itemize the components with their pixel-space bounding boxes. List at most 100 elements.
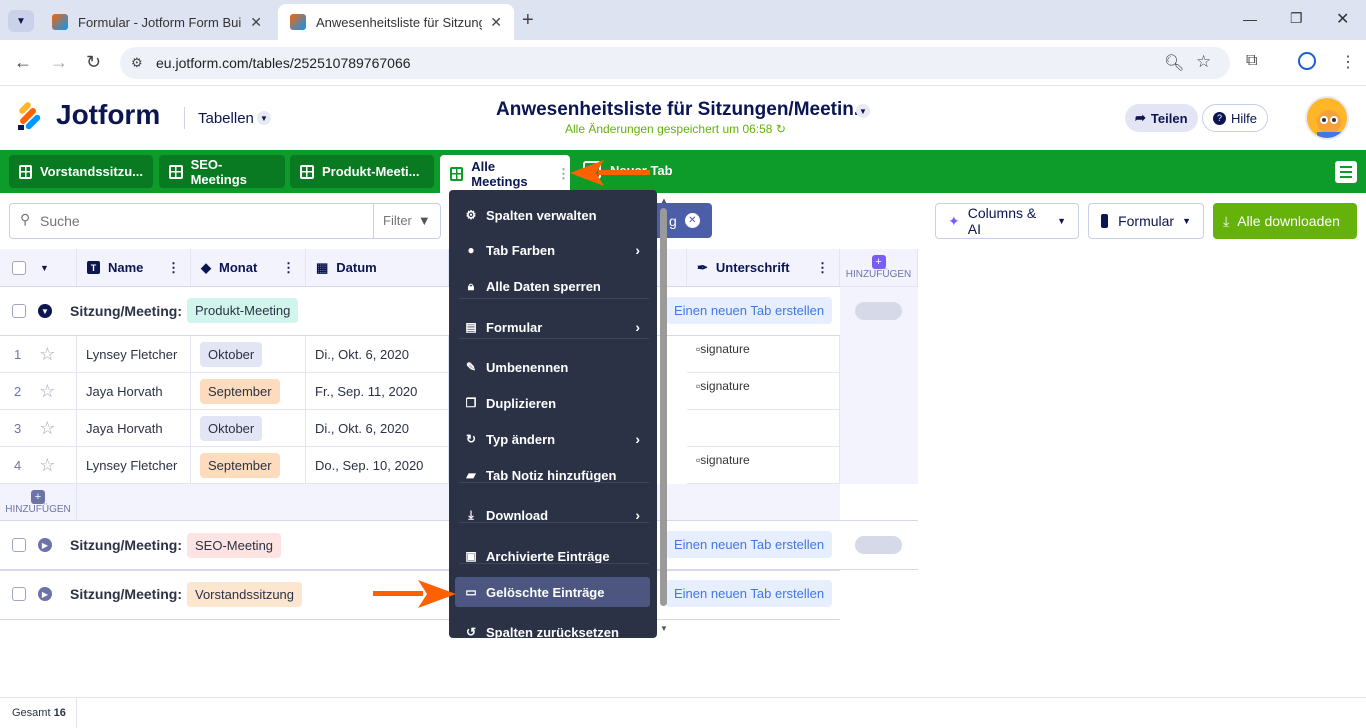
close-window-icon[interactable]: ✕: [1336, 9, 1349, 29]
month-cell[interactable]: September: [191, 373, 306, 410]
column-menu-icon[interactable]: ⋮: [282, 260, 295, 276]
date-cell[interactable]: Di., Okt. 6, 2020: [306, 336, 449, 373]
menu-item-note[interactable]: ▰ Tab Notiz hinzufügen: [455, 460, 650, 490]
star-icon[interactable]: ☆: [39, 418, 55, 439]
signature-cell[interactable]: [687, 410, 840, 447]
sheet-tab-alle-meetings[interactable]: Alle Meetings ⋮: [440, 155, 570, 193]
name-cell[interactable]: Jaya Horvath: [77, 373, 191, 410]
table-row[interactable]: 1 ☆: [0, 336, 77, 373]
name-cell[interactable]: Jaya Horvath: [77, 410, 191, 447]
add-column-button[interactable]: + HINZUFÜGEN: [840, 249, 918, 287]
zoom-icon[interactable]: 🔍︎: [1164, 53, 1184, 73]
columns-ai-button[interactable]: ✦ Columns & AI ▼: [935, 203, 1079, 239]
name-cell[interactable]: Lynsey Fletcher: [77, 447, 191, 484]
bookmark-star-icon[interactable]: ☆: [1196, 52, 1211, 72]
star-icon[interactable]: ☆: [39, 381, 55, 402]
table-row[interactable]: 2 ☆: [0, 373, 77, 410]
menu-item-download[interactable]: ⤓ Download ›: [455, 500, 650, 530]
sheet-tab-seo[interactable]: SEO-Meetings: [159, 155, 285, 188]
extensions-icon[interactable]: ⧉: [1246, 52, 1257, 70]
browser-tab-formular[interactable]: Formular - Jotform Form Builde ✕: [40, 4, 274, 40]
menu-item-reset[interactable]: ↺ Spalten zurücksetzen: [455, 617, 650, 639]
date-cell[interactable]: Do., Sep. 10, 2020: [306, 447, 449, 484]
chevron-down-icon[interactable]: ▼: [257, 111, 271, 125]
create-tab-button[interactable]: Einen neuen Tab erstellen: [666, 531, 833, 558]
site-info-icon[interactable]: ⚙: [131, 55, 143, 71]
sheet-tab-vorstand[interactable]: Vorstandssitzu...: [9, 155, 153, 188]
column-menu-icon[interactable]: ⋮: [167, 260, 180, 276]
tables-section-label[interactable]: Tabellen: [198, 110, 254, 127]
scroll-down-icon[interactable]: ▼: [660, 624, 668, 633]
new-tab-icon[interactable]: +: [522, 9, 534, 32]
back-icon[interactable]: ←: [14, 52, 32, 73]
minimize-icon[interactable]: —: [1243, 11, 1257, 27]
menu-item-drop[interactable]: ● Tab Farben ›: [455, 235, 650, 265]
url-field[interactable]: eu.jotform.com/tables/252510789767066: [120, 47, 1230, 79]
tab-options-icon[interactable]: ⋮: [557, 166, 570, 182]
scroll-up-icon[interactable]: ▲: [660, 196, 668, 205]
month-cell[interactable]: Oktober: [191, 336, 306, 373]
expand-group-icon[interactable]: ▶: [38, 587, 52, 601]
star-icon[interactable]: ☆: [39, 455, 55, 476]
column-header-month[interactable]: ◆ Monat ⋮: [191, 249, 306, 287]
column-header-date[interactable]: ▦ Datum: [306, 249, 449, 287]
group-toggle[interactable]: [855, 302, 902, 320]
signature-cell[interactable]: ▫signature: [687, 336, 840, 373]
tab-search-icon[interactable]: ▼: [8, 10, 34, 32]
create-tab-button[interactable]: Einen neuen Tab erstellen: [666, 297, 833, 324]
column-menu-icon[interactable]: ⋮: [816, 260, 829, 276]
menu-item-edit[interactable]: ✎ Umbenennen: [455, 352, 650, 382]
jotform-logo-icon[interactable]: [16, 101, 46, 131]
table-row[interactable]: 3 ☆: [0, 410, 77, 447]
month-cell[interactable]: Oktober: [191, 410, 306, 447]
menu-item-trash-box[interactable]: ▭ Gelöschte Einträge: [455, 577, 650, 607]
table-row[interactable]: 4 ☆: [0, 447, 77, 484]
add-row-button[interactable]: + HINZUFÜGEN: [0, 484, 77, 521]
menu-item-archive[interactable]: ▣ Archivierte Einträge: [455, 541, 650, 571]
signature-cell[interactable]: ▫signature: [687, 447, 840, 484]
menu-scrollbar[interactable]: [660, 208, 667, 606]
close-tab-icon[interactable]: ✕: [490, 14, 502, 31]
browser-tab-active[interactable]: Anwesenheitsliste für Sitzungen ✕: [278, 4, 514, 40]
table-title[interactable]: Anwesenheitsliste für Sitzungen/Meetin..…: [496, 99, 870, 121]
profile-icon[interactable]: [1298, 52, 1316, 70]
column-header-name[interactable]: T Name ⋮: [77, 249, 191, 287]
download-all-button[interactable]: ⤓ Alle downloaden: [1213, 203, 1357, 239]
share-button[interactable]: ➦ Teilen: [1125, 104, 1198, 132]
form-button[interactable]: Formular ▼: [1088, 203, 1204, 239]
restore-icon[interactable]: ❐: [1290, 10, 1303, 27]
help-button[interactable]: ? Hilfe: [1202, 104, 1269, 132]
close-tab-icon[interactable]: ✕: [250, 14, 262, 31]
chevron-down-icon[interactable]: ▼: [856, 104, 870, 118]
month-cell[interactable]: September: [191, 447, 306, 484]
menu-item-copy[interactable]: ❐ Duplizieren: [455, 388, 650, 418]
jotform-wordmark[interactable]: Jotform: [56, 99, 160, 131]
create-tab-button[interactable]: Einen neuen Tab erstellen: [666, 580, 833, 607]
menu-item-refresh[interactable]: ↻ Typ ändern ›: [455, 424, 650, 454]
date-cell[interactable]: Fr., Sep. 11, 2020: [306, 373, 449, 410]
search-input[interactable]: [40, 208, 360, 234]
remove-chip-icon[interactable]: ✕: [684, 213, 700, 228]
hamburger-menu-icon[interactable]: [1335, 161, 1357, 183]
sheet-tab-produkt[interactable]: Produkt-Meeti...: [290, 155, 434, 188]
expand-group-icon[interactable]: ▶: [38, 538, 52, 552]
reload-icon[interactable]: ↻: [86, 52, 101, 73]
group-checkbox[interactable]: [12, 304, 26, 321]
browser-menu-icon[interactable]: ⋮: [1340, 52, 1356, 72]
group-checkbox[interactable]: [12, 587, 26, 604]
collapse-group-icon[interactable]: ▼: [38, 304, 52, 318]
filter-button[interactable]: Filter ▼: [383, 213, 431, 228]
group-toggle[interactable]: [855, 536, 902, 554]
forward-icon[interactable]: →: [50, 52, 68, 73]
chevron-down-icon[interactable]: ▼: [40, 263, 49, 273]
group-checkbox[interactable]: [12, 538, 26, 555]
menu-item-lock[interactable]: 🔒︎ Alle Daten sperren: [455, 271, 650, 301]
star-icon[interactable]: ☆: [39, 344, 55, 365]
column-header-signature[interactable]: ✒ Unterschrift ⋮: [687, 249, 840, 287]
select-all-checkbox[interactable]: [12, 260, 26, 275]
date-cell[interactable]: Di., Okt. 6, 2020: [306, 410, 449, 447]
signature-cell[interactable]: ▫signature: [687, 373, 840, 410]
menu-item-gear[interactable]: ⚙ Spalten verwalten: [455, 200, 650, 230]
avatar[interactable]: [1305, 96, 1349, 140]
name-cell[interactable]: Lynsey Fletcher: [77, 336, 191, 373]
